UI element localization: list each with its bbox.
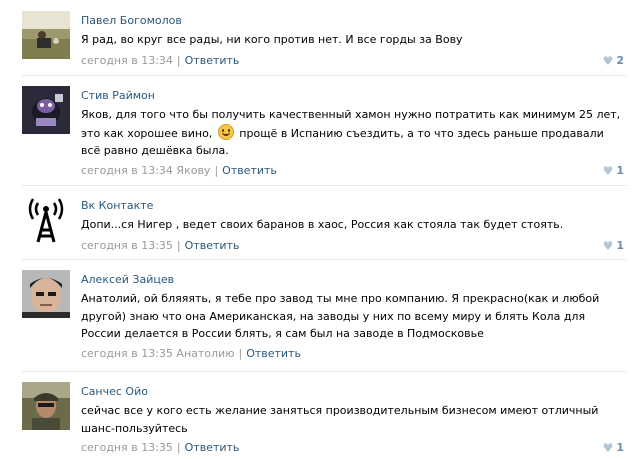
avatar[interactable] <box>22 270 70 318</box>
comment-text: Анатолий, ой бляяять, я тебе про завод т… <box>81 290 626 343</box>
comment-text: Яков, для того что бы получить качествен… <box>81 106 626 160</box>
reply-button[interactable]: Ответить <box>185 239 240 252</box>
comment: Алексей Зайцев Анатолий, ой бляяять, я т… <box>0 270 644 366</box>
comment-line: Допи...ся Нигер , ведет своих баранов в … <box>81 218 564 231</box>
reply-button[interactable]: Ответить <box>222 164 277 177</box>
comment-line-part: прощё в Испанию съездить, а то что здесь… <box>239 126 604 140</box>
comment-line: другой) знаю что она Американская, на за… <box>81 309 586 323</box>
divider <box>22 75 627 76</box>
meta-separator: | <box>176 441 181 454</box>
comment-line: Анатолий, ой бляяять, я тебе про завод т… <box>81 292 600 305</box>
divider <box>22 185 627 186</box>
reply-to-name[interactable]: Якову <box>176 164 210 177</box>
heart-icon: ♥ <box>602 54 614 68</box>
comment-line: всё равно дешёвка была. <box>81 144 229 157</box>
divider <box>22 259 627 260</box>
comment-meta: сегодня в 13:35 | Ответить <box>81 441 239 454</box>
comment-line: это как хорошее вино, прощё в Испанию съ… <box>81 123 626 143</box>
comment: Стив Раймон Яков, для того что бы получи… <box>0 86 644 182</box>
like-button[interactable]: ♥ 1 <box>603 441 624 455</box>
avatar[interactable] <box>22 11 70 59</box>
reply-button[interactable]: Ответить <box>185 54 240 67</box>
comment-line-part: это как хорошее вино, <box>81 126 213 140</box>
comment-text: Допи...ся Нигер , ведет своих баранов в … <box>81 216 626 234</box>
comment-line: шанс-пользуйтесь <box>81 421 188 435</box>
comment-time[interactable]: сегодня в 13:35 <box>81 441 173 454</box>
avatar[interactable] <box>22 196 70 244</box>
meta-separator: | <box>176 239 181 252</box>
comment-line: сейчас все у кого есть желание заняться … <box>81 404 599 417</box>
like-button[interactable]: ♥ 1 <box>603 164 624 178</box>
heart-icon: ♥ <box>602 441 614 455</box>
meta-separator: | <box>214 164 219 177</box>
meta-separator: | <box>238 347 243 360</box>
like-count: 1 <box>616 441 624 454</box>
comment-time[interactable]: сегодня в 13:34 <box>81 54 173 67</box>
comment: Вк Контакте Допи...ся Нигер , ведет свои… <box>0 196 644 256</box>
author-link[interactable]: Вк Контакте <box>81 199 153 212</box>
reply-button[interactable]: Ответить <box>246 347 301 360</box>
heart-icon: ♥ <box>602 164 614 178</box>
comment-line: Я рад, во круг все рады, ни кого против … <box>81 33 463 46</box>
like-button[interactable]: ♥ 1 <box>603 239 624 253</box>
like-button[interactable]: ♥ 2 <box>603 54 624 68</box>
meta-separator: | <box>176 54 181 67</box>
author-link[interactable]: Стив Раймон <box>81 89 155 102</box>
author-link[interactable]: Санчес Ойо <box>81 385 148 398</box>
like-count: 2 <box>616 54 624 67</box>
comment-meta: сегодня в 13:35 Анатолию | Ответить <box>81 347 301 360</box>
comment-time[interactable]: сегодня в 13:35 <box>81 239 173 252</box>
comment-meta: сегодня в 13:34 | Ответить <box>81 54 239 67</box>
like-count: 1 <box>616 164 624 177</box>
reply-button[interactable]: Ответить <box>185 441 240 454</box>
comment-meta: сегодня в 13:34 Якову | Ответить <box>81 164 277 177</box>
heart-icon: ♥ <box>602 239 614 253</box>
comment-time[interactable]: сегодня в 13:35 <box>81 347 173 360</box>
comment-meta: сегодня в 13:35 | Ответить <box>81 239 239 252</box>
comment-time[interactable]: сегодня в 13:34 <box>81 164 173 177</box>
avatar[interactable] <box>22 382 70 430</box>
like-count: 1 <box>616 239 624 252</box>
comment-line: Яков, для того что бы получить качествен… <box>81 108 621 121</box>
reply-to-name[interactable]: Анатолию <box>176 347 234 360</box>
comment-text: Я рад, во круг все рады, ни кого против … <box>81 31 626 49</box>
comment: Павел Богомолов Я рад, во круг все рады,… <box>0 11 644 71</box>
smile-emoji-icon <box>217 123 234 140</box>
comment-line: России делается в России блять, я сам бы… <box>81 327 484 340</box>
avatar[interactable] <box>22 86 70 134</box>
author-link[interactable]: Павел Богомолов <box>81 14 182 27</box>
comment: Санчес Ойо сейчас все у кого есть желани… <box>0 382 644 455</box>
author-link[interactable]: Алексей Зайцев <box>81 273 174 286</box>
comment-text: сейчас все у кого есть желание заняться … <box>81 402 626 437</box>
divider <box>22 371 627 372</box>
